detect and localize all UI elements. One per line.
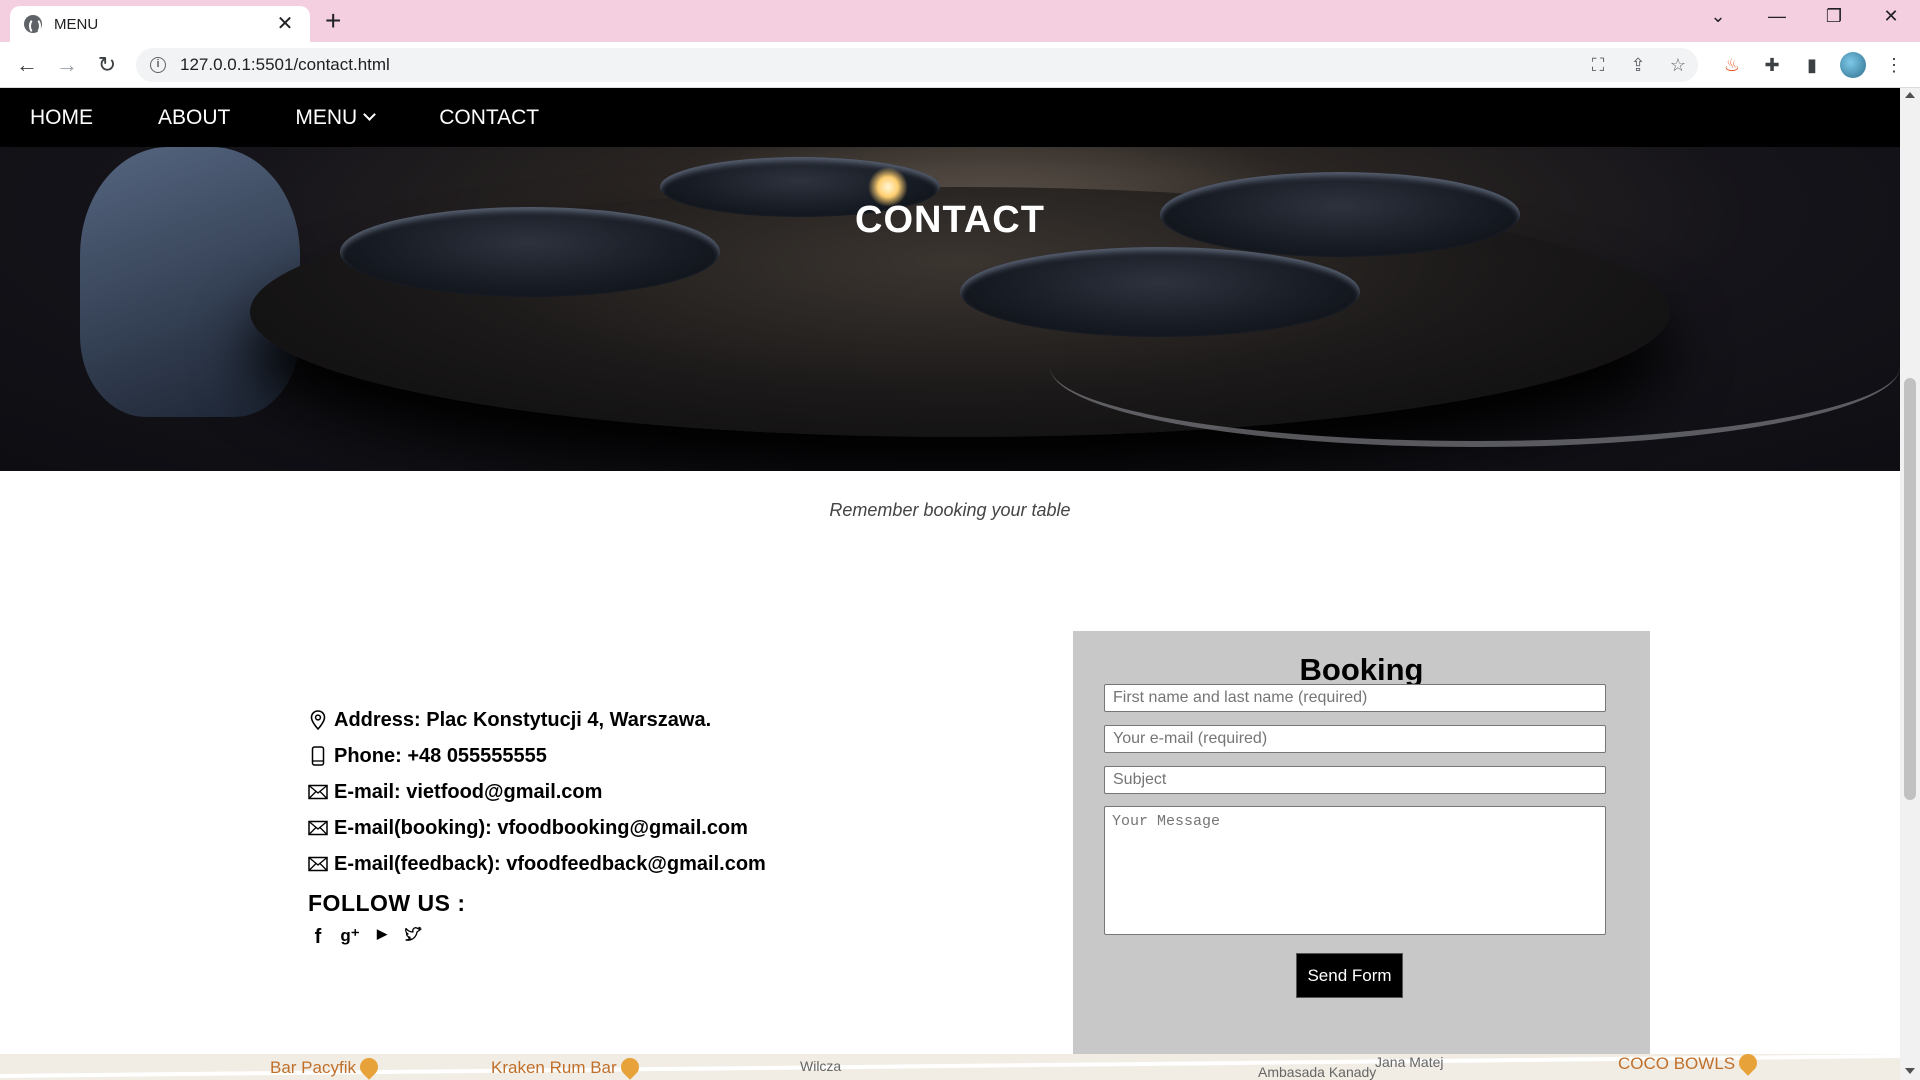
hero-plate	[960, 247, 1360, 337]
hero-banner: CONTACT	[0, 147, 1900, 471]
map-label: Ambasada Kanady	[1258, 1064, 1377, 1080]
nav-menu[interactable]: MENU	[295, 105, 377, 130]
phone-text: Phone: +48 055555555	[334, 744, 547, 767]
browser-tabstrip: MENU ✕ + ⌄ — ❐ ✕	[0, 0, 1920, 42]
reload-icon[interactable]: ↻	[93, 51, 121, 79]
email-booking-text: E-mail(booking): vfoodbooking@gmail.com	[334, 816, 748, 839]
page-viewport: HOME ABOUT MENU CONTACT CONTACT Remember…	[0, 88, 1920, 1080]
browser-toolbar: ← → ↻ i 127.0.0.1:5501/contact.html ⛶ ⇪ …	[0, 42, 1920, 88]
chevron-down-icon	[363, 108, 377, 121]
location-pin-icon	[308, 710, 328, 730]
tab-search-icon[interactable]: ⌄	[1703, 6, 1733, 27]
youtube-icon[interactable]: ▶	[372, 926, 392, 950]
email-row: E-mail: vietfood@gmail.com	[308, 774, 766, 810]
map-label: Jana Matej	[1375, 1054, 1444, 1070]
profile-avatar[interactable]	[1840, 52, 1866, 78]
envelope-icon	[308, 782, 328, 802]
browser-menu-icon[interactable]: ⋮	[1882, 53, 1906, 77]
contact-info: Address: Plac Konstytucji 4, Warszawa. P…	[308, 702, 766, 950]
map-pin-icon	[1735, 1054, 1761, 1076]
message-field[interactable]	[1104, 806, 1606, 935]
scroll-up-icon[interactable]	[1905, 92, 1915, 98]
page-scrollbar[interactable]	[1900, 88, 1920, 1080]
tab-title: MENU	[54, 15, 99, 33]
extension-fire-icon[interactable]: ♨	[1720, 53, 1744, 77]
bookmark-star-icon[interactable]: ☆	[1668, 55, 1688, 75]
minimize-button[interactable]: —	[1762, 6, 1792, 27]
browser-tab[interactable]: MENU ✕	[10, 6, 310, 42]
booking-form: Booking Send Form	[1073, 631, 1650, 1080]
google-plus-icon[interactable]: g⁺	[340, 926, 360, 950]
url-text[interactable]: 127.0.0.1:5501/contact.html	[180, 55, 1578, 75]
forward-icon[interactable]: →	[53, 51, 81, 79]
email-feedback-text: E-mail(feedback): vfoodfeedback@gmail.co…	[334, 852, 766, 875]
nav-about[interactable]: ABOUT	[158, 106, 230, 130]
name-field[interactable]	[1104, 684, 1606, 712]
scroll-down-icon[interactable]	[1905, 1068, 1915, 1074]
hero-chair-shape	[80, 147, 300, 417]
nav-home[interactable]: HOME	[30, 106, 93, 130]
address-row: Address: Plac Konstytucji 4, Warszawa.	[308, 702, 766, 738]
tab-close-icon[interactable]: ✕	[274, 14, 296, 34]
extensions-puzzle-icon[interactable]: ✚	[1760, 53, 1784, 77]
social-links: f g⁺ ▶	[308, 926, 766, 950]
share-icon[interactable]: ⇪	[1628, 55, 1648, 75]
site-nav: HOME ABOUT MENU CONTACT	[0, 88, 1900, 147]
side-panel-icon[interactable]: ▮	[1800, 53, 1824, 77]
page-subtitle: Remember booking your table	[829, 500, 1071, 520]
back-icon[interactable]: ←	[13, 51, 41, 79]
map-pin-icon	[356, 1054, 382, 1080]
new-tab-button[interactable]: +	[325, 7, 341, 35]
send-form-button[interactable]: Send Form	[1296, 953, 1403, 998]
address-text: Address: Plac Konstytucji 4, Warszawa.	[334, 708, 712, 731]
address-bar[interactable]: i 127.0.0.1:5501/contact.html ⛶ ⇪ ☆	[136, 48, 1698, 82]
booking-title: Booking	[1299, 652, 1424, 687]
phone-row: Phone: +48 055555555	[308, 738, 766, 774]
translate-icon[interactable]: ⛶	[1588, 55, 1608, 75]
map-label: Kraken Rum Bar	[491, 1054, 643, 1080]
email-feedback-row: E-mail(feedback): vfoodfeedback@gmail.co…	[308, 846, 766, 882]
globe-icon	[24, 15, 42, 34]
phone-icon	[308, 746, 328, 766]
twitter-icon[interactable]	[404, 926, 424, 950]
subject-field[interactable]	[1104, 766, 1606, 794]
restore-button[interactable]: ❐	[1819, 6, 1849, 27]
email-booking-row: E-mail(booking): vfoodbooking@gmail.com	[308, 810, 766, 846]
nav-contact[interactable]: CONTACT	[439, 106, 539, 130]
map-pin-icon	[616, 1054, 643, 1080]
map-embed[interactable]: Bar Pacyfik Kraken Rum Bar Wilcza Jana M…	[0, 1054, 1900, 1080]
site-info-icon[interactable]: i	[150, 57, 166, 73]
envelope-icon	[308, 818, 328, 838]
map-label: Wilcza	[800, 1058, 842, 1074]
envelope-icon	[308, 854, 328, 874]
follow-us-heading: FOLLOW US :	[308, 889, 466, 916]
facebook-icon[interactable]: f	[308, 926, 328, 950]
map-label: COCO BOWLS	[1618, 1054, 1761, 1076]
email-field[interactable]	[1104, 725, 1606, 753]
nav-menu-label: MENU	[295, 105, 358, 129]
email-text: E-mail: vietfood@gmail.com	[334, 780, 603, 803]
scrollbar-thumb[interactable]	[1904, 378, 1916, 800]
map-label: Bar Pacyfik	[270, 1054, 382, 1080]
close-window-button[interactable]: ✕	[1876, 6, 1906, 27]
page-title: CONTACT	[855, 199, 1045, 241]
